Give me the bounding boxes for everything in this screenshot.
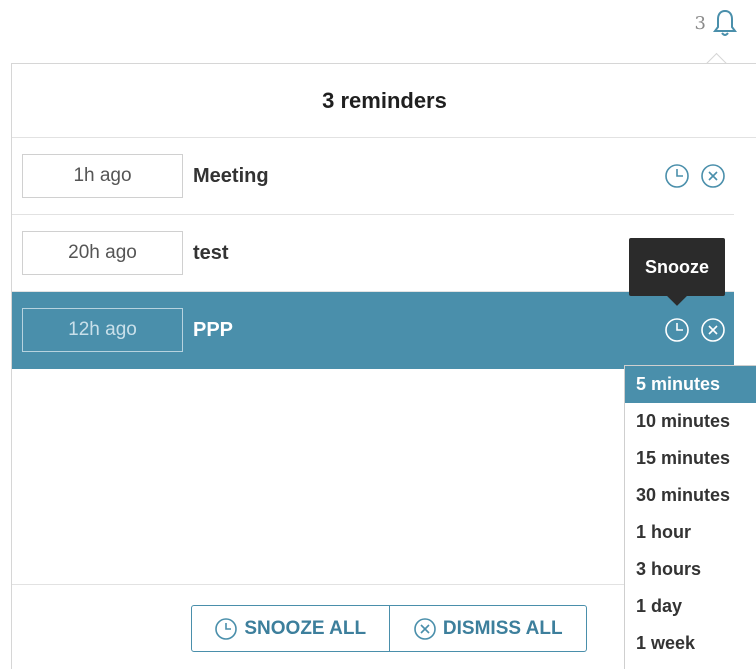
snooze-dropdown: 5 minutes 10 minutes 15 minutes 30 minut… — [624, 365, 756, 669]
reminder-row-selected[interactable]: 12h ago PPP — [12, 292, 734, 369]
panel-title: 3 reminders — [12, 64, 756, 138]
snooze-option[interactable]: 10 minutes — [625, 403, 756, 440]
dismiss-all-label: DISMISS ALL — [442, 617, 563, 639]
snooze-option[interactable]: 30 minutes — [625, 477, 756, 514]
close-circle-icon — [414, 617, 436, 640]
reminder-time: 1h ago — [22, 154, 183, 198]
footer-button-group: SNOOZE ALL DISMISS ALL — [191, 605, 587, 652]
snooze-option[interactable]: 3 hours — [625, 551, 756, 588]
reminder-title: test — [193, 241, 229, 264]
reminder-row[interactable]: 1h ago Meeting — [12, 138, 734, 215]
reminder-row[interactable]: 20h ago test — [12, 215, 734, 292]
snooze-all-label: SNOOZE ALL — [244, 617, 367, 639]
reminder-time: 20h ago — [22, 231, 183, 275]
snooze-option[interactable]: 1 hour — [625, 514, 756, 551]
reminder-title: PPP — [193, 318, 234, 341]
notification-bell[interactable]: 3 — [695, 8, 738, 38]
clock-icon[interactable] — [664, 163, 690, 189]
dismiss-all-button[interactable]: DISMISS ALL — [388, 606, 587, 651]
clock-icon — [215, 617, 238, 640]
reminder-time: 12h ago — [22, 308, 183, 352]
snooze-all-button[interactable]: SNOOZE ALL — [192, 606, 389, 651]
bell-icon[interactable] — [712, 8, 738, 38]
snooze-option[interactable]: 15 minutes — [625, 440, 756, 477]
snooze-tooltip: Snooze — [629, 238, 725, 296]
reminder-title: Meeting — [193, 164, 269, 187]
bell-count: 3 — [694, 12, 706, 34]
snooze-option[interactable]: 5 minutes — [625, 366, 756, 403]
snooze-option[interactable]: 1 day — [625, 588, 756, 625]
snooze-option[interactable]: 1 week — [625, 625, 756, 662]
clock-icon[interactable] — [664, 317, 690, 343]
close-circle-icon[interactable] — [700, 317, 726, 343]
close-circle-icon[interactable] — [700, 163, 726, 189]
